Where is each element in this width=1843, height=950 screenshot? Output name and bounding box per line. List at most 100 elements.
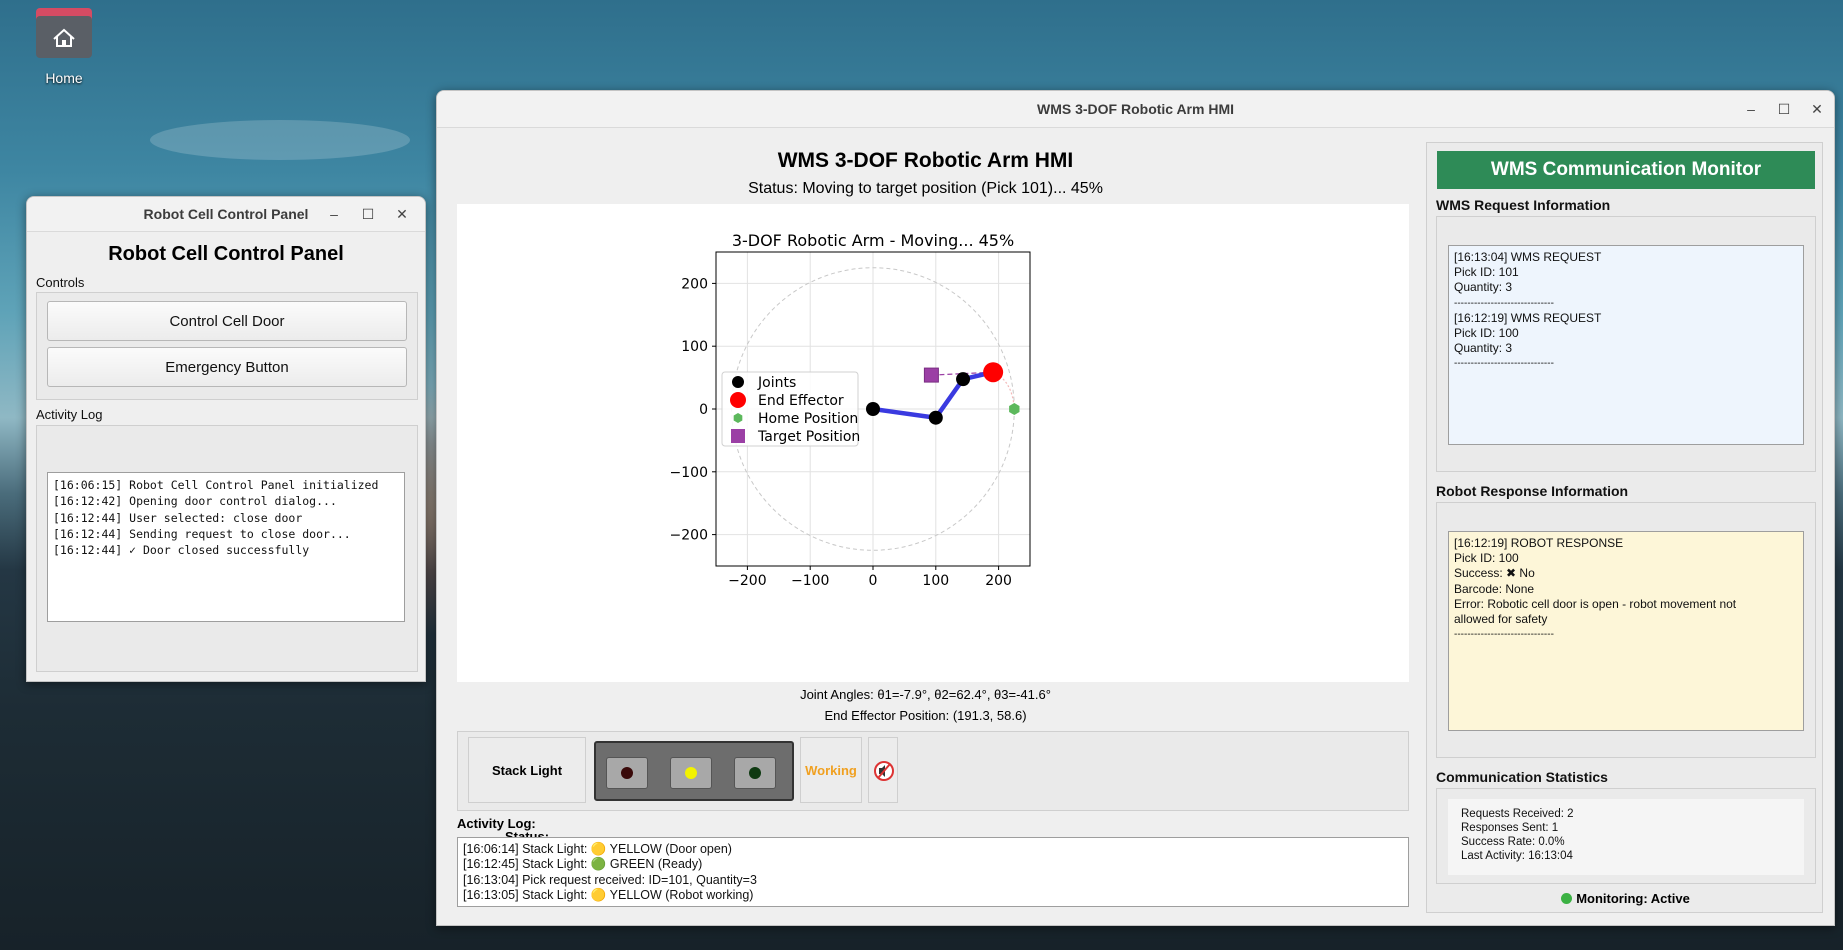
response-line: Success: ✖ No: [1454, 566, 1535, 581]
legend-label: Joints: [757, 375, 796, 391]
hmi-activity-log[interactable]: [16:06:14] Stack Light: 🟡 YELLOW (Door o…: [457, 837, 1409, 907]
home-folder-icon: [36, 6, 92, 58]
joint-point-1: [928, 410, 943, 425]
minimize-icon[interactable]: –: [1736, 91, 1766, 127]
yellow-light-lamp: [685, 767, 697, 779]
activity-log-text[interactable]: [16:06:15] Robot Cell Control Panel init…: [47, 472, 405, 622]
response-text[interactable]: [16:12:19] ROBOT RESPONSE Pick ID: 100 S…: [1448, 531, 1804, 731]
response-title: Robot Response Information: [1436, 483, 1629, 499]
monitor-header: WMS Communication Monitor: [1437, 151, 1815, 189]
log-line: [16:06:14] Stack Light: 🟡 YELLOW (Door o…: [463, 842, 732, 856]
minimize-icon[interactable]: –: [319, 197, 349, 231]
request-title: WMS Request Information: [1436, 197, 1611, 213]
x-tick-label: −100: [791, 573, 829, 589]
request-line: ------------------------------: [1454, 358, 1554, 370]
response-line: Pick ID: 100: [1454, 551, 1519, 566]
y-tick-label: −100: [670, 465, 708, 481]
wallpaper-cloud: [150, 120, 410, 160]
request-line: Quantity: 3: [1454, 280, 1513, 295]
control-panel-titlebar[interactable]: Robot Cell Control Panel – ☐ ✕: [27, 197, 425, 232]
activity-log-label: Activity Log: [36, 407, 103, 422]
green-light-lamp: [749, 767, 761, 779]
mute-button[interactable]: [868, 737, 898, 803]
hmi-window: WMS 3-DOF Robotic Arm HMI – ☐ ✕ WMS 3-DO…: [436, 90, 1835, 926]
x-tick-label: 100: [922, 573, 949, 589]
window-title: WMS 3-DOF Robotic Arm HMI: [1036, 101, 1235, 117]
stack-light-housing: [594, 741, 794, 801]
control-panel-window: Robot Cell Control Panel – ☐ ✕ Robot Cel…: [26, 196, 426, 682]
log-line: [16:12:44] Sending request to close door…: [53, 526, 351, 541]
log-line: [16:13:04] Pick request received: ID=101…: [463, 872, 757, 887]
log-line: [16:12:42] Opening door control dialog..…: [53, 494, 337, 509]
stack-light-label: Stack Light Status:: [468, 737, 586, 844]
request-text[interactable]: [16:13:04] WMS REQUEST Pick ID: 101 Quan…: [1448, 245, 1804, 445]
home-label: Home: [45, 70, 83, 86]
stats-group: Requests Received: 2 Responses Sent: 1 S…: [1436, 788, 1816, 884]
stat-line: Last Activity: 16:13:04: [1461, 850, 1573, 862]
legend-label: End Effector: [758, 393, 844, 409]
hmi-heading: WMS 3-DOF Robotic Arm HMI: [777, 149, 1074, 172]
log-line: [16:12:45] Stack Light: 🟢 GREEN (Ready): [463, 857, 703, 872]
red-light: [606, 757, 648, 789]
home-position-point: [1009, 403, 1020, 415]
controls-group: Control Cell Door Emergency Button: [36, 292, 418, 400]
monitoring-status-text: Monitoring: Active: [1576, 891, 1690, 906]
request-line: Pick ID: 100: [1454, 326, 1519, 341]
legend-target-marker: [731, 429, 745, 443]
log-line: [16:12:44] ✓ Door closed successfully: [53, 543, 310, 558]
panel-heading: Robot Cell Control Panel: [108, 243, 344, 265]
x-tick-label: 0: [869, 573, 878, 589]
control-cell-door-button[interactable]: Control Cell Door: [47, 301, 407, 341]
y-tick-label: 100: [681, 339, 708, 355]
x-tick-label: 200: [985, 573, 1012, 589]
close-icon[interactable]: ✕: [1802, 91, 1832, 127]
y-tick-label: 0: [699, 402, 708, 418]
log-line: [16:12:44] User selected: close door: [53, 510, 303, 525]
monitoring-status: Monitoring: Active: [1427, 891, 1824, 906]
stats-text: Requests Received: 2 Responses Sent: 1 S…: [1448, 799, 1804, 875]
request-line: Quantity: 3: [1454, 341, 1513, 356]
emergency-button[interactable]: Emergency Button: [47, 347, 407, 387]
legend-end-effector-marker: [730, 392, 746, 408]
request-line: [16:12:19] WMS REQUEST: [1454, 310, 1602, 325]
end-effector-position: End Effector Position: (191.3, 58.6): [824, 708, 1027, 723]
response-line: [16:12:19] ROBOT RESPONSE: [1454, 536, 1624, 550]
window-title: Robot Cell Control Panel: [143, 206, 309, 222]
end-effector-point: [983, 362, 1004, 383]
speaker-muted-icon: [874, 761, 894, 781]
close-icon[interactable]: ✕: [387, 197, 417, 231]
status-dot-icon: [1561, 893, 1573, 904]
target-position-point: [923, 367, 939, 383]
request-line: Pick ID: 101: [1454, 265, 1519, 280]
controls-label: Controls: [36, 275, 85, 290]
joint-point-2: [956, 372, 971, 387]
arm-plot: 3-DOF Robotic Arm - Moving... 45% −200 −10…: [670, 231, 1031, 589]
response-line: ------------------------------: [1454, 629, 1554, 641]
request-group: [16:13:04] WMS REQUEST Pick ID: 101 Quan…: [1436, 216, 1816, 472]
response-line: Error: Robotic cell door is open - robot…: [1454, 596, 1737, 611]
wms-monitor-panel: WMS Communication Monitor WMS Request In…: [1426, 142, 1823, 913]
stack-state: Working: [800, 737, 862, 803]
plot-title: 3-DOF Robotic Arm - Moving... 45%: [732, 231, 1014, 250]
request-line: ------------------------------: [1454, 297, 1554, 309]
y-tick-label: −200: [670, 528, 708, 544]
request-line: [16:13:04] WMS REQUEST: [1454, 250, 1602, 264]
home-desktop-icon[interactable]: Home: [32, 6, 96, 86]
activity-log-group: [16:06:15] Robot Cell Control Panel init…: [36, 425, 418, 672]
green-light: [734, 757, 776, 789]
maximize-icon[interactable]: ☐: [353, 197, 383, 231]
log-line: [16:13:05] Stack Light: 🟡 YELLOW (Robot …: [463, 887, 754, 902]
stats-title: Communication Statistics: [1436, 769, 1608, 785]
stack-light-panel: Stack Light Status: Working: [457, 731, 1409, 844]
hmi-status: Status: Moving to target position (Pick …: [748, 180, 1103, 197]
y-tick-label: 200: [681, 276, 708, 292]
hmi-log-label: Activity Log:: [457, 816, 536, 831]
hmi-titlebar[interactable]: WMS 3-DOF Robotic Arm HMI – ☐ ✕: [437, 91, 1834, 128]
stat-line: Requests Received: 2: [1461, 808, 1574, 820]
log-line: [16:06:15] Robot Cell Control Panel init…: [53, 478, 379, 492]
red-light-lamp: [621, 767, 633, 779]
maximize-icon[interactable]: ☐: [1769, 91, 1799, 127]
plot-canvas: 3-DOF Robotic Arm - Moving... 45% −200 −10…: [457, 204, 1409, 682]
joint-angles: Joint Angles: θ1=-7.9°, θ2=62.4°, θ3=-41…: [800, 687, 1051, 702]
joint-point-0: [866, 402, 880, 416]
